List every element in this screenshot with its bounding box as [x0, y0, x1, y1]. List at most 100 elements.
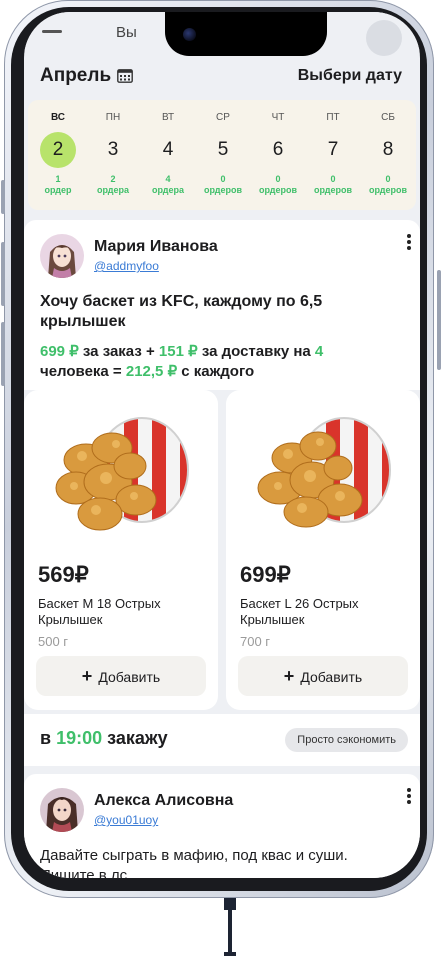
- order-count-unit: ордер: [44, 185, 72, 195]
- order-count-value: 2: [110, 174, 116, 184]
- day-number: 8: [382, 139, 394, 160]
- day-4[interactable]: ЧТ 6 0 ордеров: [252, 100, 304, 210]
- day-1[interactable]: ПН 3 2 ордера: [87, 100, 139, 210]
- order-count-value: 4: [165, 174, 171, 184]
- order-time-prefix: в: [40, 728, 52, 748]
- day-order-count: 0 ордеров: [307, 174, 359, 196]
- day-number-circle: 4: [150, 132, 186, 168]
- order-count-unit: ордеров: [258, 185, 298, 195]
- add-button-label: Добавить: [300, 669, 363, 685]
- order-sum: 699 ₽: [40, 343, 79, 360]
- day-name: ПН: [105, 112, 121, 123]
- order-time-value: 19:00: [56, 728, 103, 748]
- month-header: Апрель Выбери дату: [24, 52, 420, 92]
- order-count-unit: ордера: [97, 185, 129, 195]
- people-label: человека =: [40, 363, 122, 380]
- product-name-line: Баскет L 26 Острых: [240, 596, 359, 611]
- volume-up-button: [1, 242, 5, 306]
- day-name: СБ: [381, 112, 395, 123]
- day-0[interactable]: ВС 2 1 ордер: [32, 100, 84, 210]
- order-count-value: 0: [385, 174, 391, 184]
- product-weight: 700 г: [240, 634, 271, 649]
- post-card: Алекса Алисовна @you01uoy Давайте сыграт…: [24, 774, 420, 878]
- day-order-count: 0 ордеров: [252, 174, 304, 196]
- order-count-value: 0: [330, 174, 336, 184]
- order-count-value: 1: [55, 174, 61, 184]
- post-text-line: Хочу баскет из KFC, каждому по 6,5: [40, 293, 323, 310]
- close-button[interactable]: [366, 20, 402, 56]
- power-button: [437, 270, 441, 370]
- product-name-line: Крылышек: [38, 612, 103, 627]
- day-number-circle: 5: [205, 132, 241, 168]
- add-button-label: Добавить: [98, 669, 161, 685]
- price-breakdown: 699 ₽ за заказ + 151 ₽ за доставку на 4 …: [40, 342, 400, 382]
- product-weight: 500 г: [38, 634, 69, 649]
- chicken-basket-image: [55, 417, 189, 531]
- more-vertical-icon[interactable]: [404, 788, 414, 806]
- order-count-unit: ордера: [152, 185, 184, 195]
- silent-switch: [1, 180, 5, 214]
- per-person-label: с каждого: [181, 363, 255, 380]
- add-to-cart-button[interactable]: + Добавить: [238, 656, 408, 696]
- day-number-circle: 2: [40, 132, 76, 168]
- plus-icon: +: [81, 666, 93, 686]
- day-number: 7: [327, 139, 339, 160]
- day-number-circle: 8: [370, 132, 406, 168]
- volume-down-button: [1, 322, 5, 386]
- avatar[interactable]: [40, 234, 84, 278]
- avatar[interactable]: [40, 788, 84, 832]
- calendar-icon[interactable]: [117, 68, 133, 83]
- order-count-value: 0: [275, 174, 281, 184]
- day-3[interactable]: СР 5 0 ордеров: [197, 100, 249, 210]
- day-order-count: 2 ордера: [87, 174, 139, 196]
- author-name[interactable]: Мария Иванова: [94, 238, 218, 256]
- day-number-circle: 3: [95, 132, 131, 168]
- save-money-chip[interactable]: Просто сэкономить: [285, 728, 408, 752]
- phone-stand: [224, 898, 236, 956]
- top-bar-title-fragment-left: Вы: [116, 24, 137, 41]
- day-5[interactable]: ПТ 7 0 ордеров: [307, 100, 359, 210]
- day-name: ВС: [50, 112, 66, 123]
- day-number: 5: [217, 139, 229, 160]
- product-card[interactable]: 569₽ Баскет M 18 Острых Крылышек 500 г +…: [24, 390, 218, 710]
- order-time-text: в 19:00 закажу: [40, 728, 168, 749]
- day-2[interactable]: ВТ 4 4 ордера: [142, 100, 194, 210]
- front-camera: [183, 28, 196, 41]
- delivery-label: за доставку на: [201, 343, 311, 360]
- product-name-line: Крылышек: [240, 612, 305, 627]
- menu-icon[interactable]: [42, 30, 62, 33]
- more-vertical-icon[interactable]: [404, 234, 414, 252]
- order-count-unit: ордеров: [368, 185, 408, 195]
- product-price: 569₽: [38, 562, 89, 587]
- week-strip: ВС 2 1 ордер ПН 3 2 ордера ВТ 4 4 ордера СР 5 0 ордеров…: [28, 100, 416, 210]
- post-card: Мария Иванова @addmyfoo Хочу баскет из K…: [24, 220, 420, 390]
- day-order-count: 0 ордеров: [197, 174, 249, 196]
- product-name: Баскет M 18 Острых Крылышек: [38, 596, 208, 628]
- author-handle[interactable]: @you01uoy: [94, 813, 158, 827]
- day-name: СР: [216, 112, 230, 123]
- day-number: 4: [162, 139, 174, 160]
- author-name[interactable]: Алекса Алисовна: [94, 792, 233, 810]
- delivery-sum: 151 ₽: [158, 343, 198, 360]
- add-to-cart-button[interactable]: + Добавить: [36, 656, 206, 696]
- order-count-value: 0: [220, 174, 226, 184]
- chicken-basket-image: [257, 417, 391, 528]
- phone-screen: Вы е Апрель Выбери дату ВС21ордерПН32орд…: [24, 12, 420, 878]
- day-6[interactable]: СБ 8 0 ордеров: [362, 100, 414, 210]
- per-person-sum: 212,5 ₽: [125, 363, 178, 380]
- product-card[interactable]: 699₽ Баскет L 26 Острых Крылышек 700 г +…: [226, 390, 420, 710]
- pick-date-link[interactable]: Выбери дату: [298, 67, 402, 85]
- order-label: за заказ +: [82, 343, 155, 360]
- day-name: ВТ: [161, 112, 175, 123]
- day-number: 3: [107, 139, 119, 160]
- products-list: 569₽ Баскет M 18 Острых Крылышек 500 г +…: [24, 390, 420, 714]
- day-number-circle: 7: [315, 132, 351, 168]
- order-time-bar: в 19:00 закажу Просто сэкономить: [24, 714, 420, 766]
- product-name: Баскет L 26 Острых Крылышек: [240, 596, 410, 628]
- author-handle[interactable]: @addmyfoo: [94, 259, 159, 273]
- plus-icon: +: [283, 666, 295, 686]
- order-count-unit: ордеров: [203, 185, 243, 195]
- post-text: Хочу баскет из KFC, каждому по 6,5 крылы…: [40, 292, 322, 332]
- day-order-count: 4 ордера: [142, 174, 194, 196]
- day-number-circle: 6: [260, 132, 296, 168]
